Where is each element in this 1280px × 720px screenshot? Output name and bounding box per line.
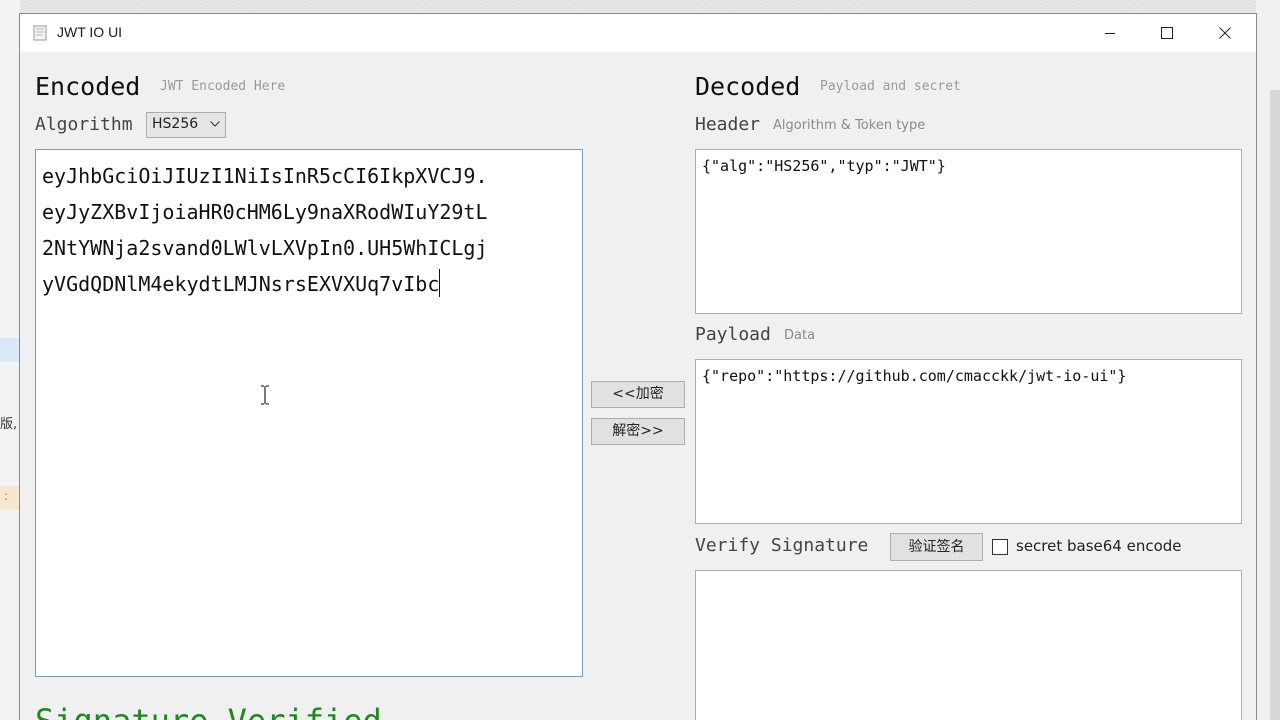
algorithm-label: Algorithm	[35, 114, 133, 135]
maximize-button[interactable]	[1144, 14, 1190, 52]
encrypt-button[interactable]: <<加密	[591, 381, 685, 408]
decrypt-button[interactable]: 解密>>	[591, 418, 685, 445]
token-line: eyJhbGciOiJIUzI1NiIsInR5cCI6IkpXVCJ9.	[42, 164, 488, 188]
header-input[interactable]: {"alg":"HS256","typ":"JWT"}	[695, 149, 1242, 314]
signature-status: Signature Verified	[35, 702, 382, 720]
minimize-icon	[1105, 33, 1115, 34]
minimize-button[interactable]	[1087, 14, 1133, 52]
encoded-token-input[interactable]: eyJhbGciOiJIUzI1NiIsInR5cCI6IkpXVCJ9. ey…	[35, 149, 583, 677]
main-content: Encoded JWT Encoded Here Algorithm HS256…	[20, 52, 1256, 720]
encoded-title: Encoded	[35, 72, 141, 101]
header-sublabel: Algorithm & Token type	[773, 118, 926, 133]
background-window-strip: 版, :	[0, 0, 20, 720]
text-caret	[439, 269, 441, 297]
decoded-title: Decoded	[695, 72, 801, 101]
close-button[interactable]	[1202, 14, 1248, 52]
text-cursor-icon	[261, 385, 269, 405]
verify-signature-label: Verify Signature	[695, 535, 869, 556]
payload-input[interactable]: {"repo":"https://github.com/cmacckk/jwt-…	[695, 359, 1242, 524]
header-label: Header	[695, 114, 761, 135]
app-icon	[33, 25, 47, 41]
secret-base64-label: secret base64 encode	[1016, 537, 1182, 555]
payload-label: Payload	[695, 324, 771, 345]
algorithm-value: HS256	[152, 116, 199, 132]
encoded-hint: JWT Encoded Here	[160, 79, 286, 94]
background-text-fragment: 版,	[0, 417, 18, 432]
verify-signature-button[interactable]: 验证签名	[890, 533, 983, 561]
algorithm-select[interactable]: HS256	[146, 112, 226, 138]
background-scrollbar[interactable]	[1270, 90, 1280, 720]
title-bar[interactable]: JWT IO UI	[20, 14, 1256, 52]
background-highlight	[0, 338, 20, 362]
payload-sublabel: Data	[784, 328, 816, 343]
token-line: eyJyZXBvIjoiaHR0cHM6Ly9naXRodWIuY29tL	[42, 200, 488, 224]
app-window: JWT IO UI Encoded JWT Encoded Here Algor…	[19, 13, 1257, 720]
chevron-down-icon	[210, 121, 220, 127]
close-icon	[1219, 27, 1231, 39]
secret-input[interactable]	[695, 570, 1242, 720]
window-title: JWT IO UI	[57, 24, 123, 40]
maximize-icon	[1161, 27, 1173, 39]
token-line-last: yVGdQDNlM4ekydtLMJNsrsEXVXUq7vIbc	[42, 266, 576, 302]
token-line: 2NtYWNja2svand0LWlvLXVpIn0.UH5WhICLgj	[42, 236, 488, 260]
background-window-edge	[1256, 0, 1280, 720]
decoded-hint: Payload and secret	[820, 79, 961, 94]
secret-base64-checkbox[interactable]	[992, 539, 1008, 555]
token-line: yVGdQDNlM4ekydtLMJNsrsEXVXUq7vIbc	[42, 272, 440, 296]
background-badge: :	[0, 486, 20, 510]
